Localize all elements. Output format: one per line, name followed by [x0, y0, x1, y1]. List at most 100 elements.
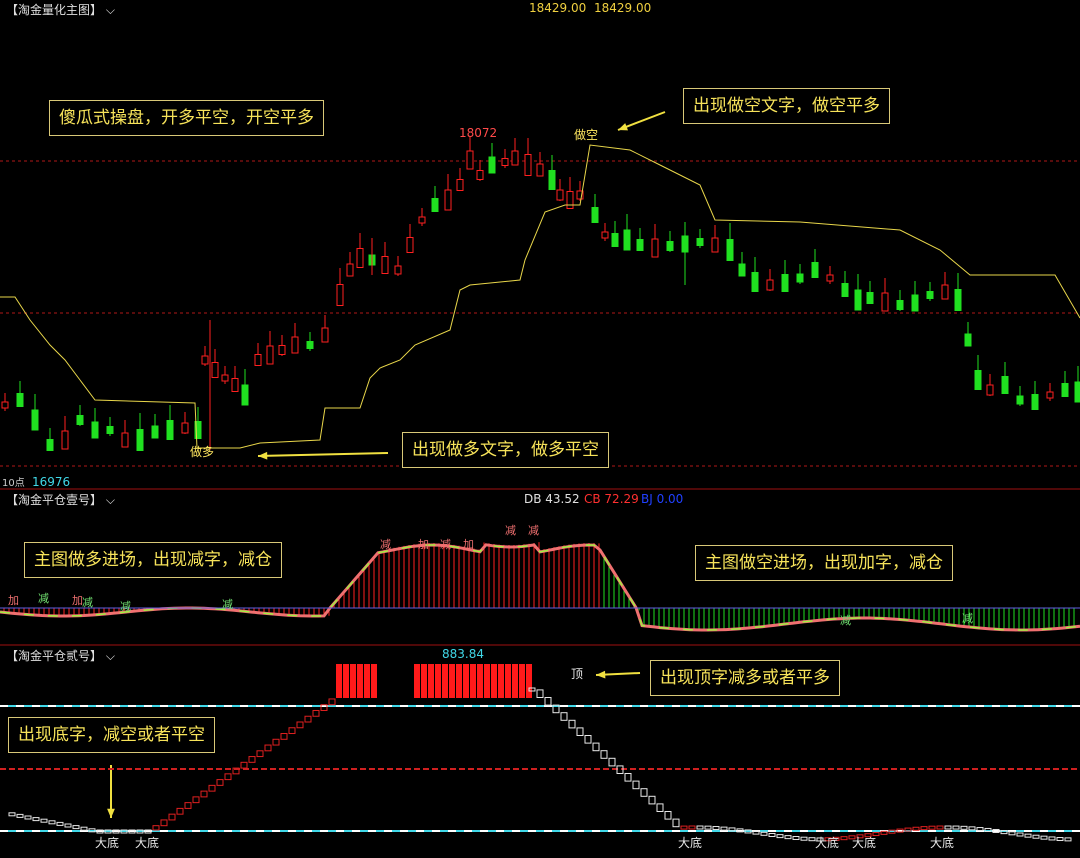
candle-body: [926, 291, 934, 299]
candle-body: [306, 341, 314, 349]
oscillator-step: [696, 825, 704, 830]
oscillator-step: [984, 827, 992, 832]
panel3-callout-right: 出现顶字减多或者平多: [650, 660, 840, 696]
bottom-mark: 大底: [678, 835, 702, 850]
top-block: [336, 664, 342, 698]
top-block: [470, 664, 476, 698]
candle-body: [811, 262, 819, 278]
top-block: [371, 664, 377, 698]
candle-body: [666, 241, 674, 251]
top-block: [505, 664, 511, 698]
panel2-title[interactable]: 【淘金平仓壹号】 ⌵: [6, 491, 115, 508]
candle-body: [31, 409, 39, 431]
oscillator-step: [776, 834, 784, 839]
candle-body: [76, 415, 84, 425]
oscillator-step: [568, 719, 576, 729]
candle-body: [623, 229, 631, 251]
candle-body: [1, 401, 9, 409]
oscillator-step: [712, 826, 720, 831]
candle-body: [16, 393, 24, 407]
header-value-2: 18429.00: [594, 1, 652, 15]
top-block: [343, 664, 349, 698]
top-block: [498, 664, 504, 698]
peak-value-label: 883.84: [442, 647, 484, 661]
oscillator-step: [592, 742, 600, 752]
oscillator-step: [1048, 836, 1056, 841]
oscillator-step: [624, 773, 632, 782]
oscillator-step: [920, 826, 928, 831]
oscillator-step: [216, 779, 224, 786]
candle-body: [548, 170, 556, 190]
candle-body: [394, 265, 402, 275]
candle-body: [221, 374, 229, 382]
candle-body: [566, 191, 574, 209]
oscillator-step: [960, 825, 968, 830]
candle-body: [181, 422, 189, 434]
candle-body: [1016, 395, 1024, 405]
arrow-head: [258, 451, 268, 460]
candle-body: [986, 384, 994, 396]
candle-body: [1046, 391, 1054, 399]
oscillator-step: [72, 825, 80, 830]
oscillator-step: [1016, 832, 1024, 837]
bottom-mark: 大底: [852, 835, 876, 850]
top-block: [364, 664, 370, 698]
candle-body: [964, 333, 972, 347]
top-block: [414, 664, 420, 698]
oscillator-step: [704, 825, 712, 830]
oscillator-step: [16, 813, 24, 818]
candle-body: [121, 432, 129, 448]
candle-body: [266, 345, 274, 365]
oscillator-step: [1032, 834, 1040, 839]
chevron-down-icon[interactable]: ⌵: [102, 649, 115, 663]
top-block: [421, 664, 427, 698]
oscillator-step: [576, 727, 584, 737]
candle-body: [881, 292, 889, 312]
oscillator-step: [24, 815, 32, 820]
candle-body: [321, 327, 329, 343]
candle-body: [466, 150, 474, 170]
candle-body: [278, 345, 286, 355]
oscillator-step: [1040, 835, 1048, 840]
candle-body: [651, 238, 659, 258]
top-block: [484, 664, 490, 698]
oscillator-step: [536, 689, 544, 699]
oscillator-step: [664, 811, 672, 820]
candle-body: [1061, 383, 1069, 397]
oscillator-step: [8, 812, 16, 817]
oscillator-step: [672, 818, 680, 828]
oscillator-step: [176, 807, 184, 815]
top-block: [526, 664, 532, 698]
candle-body: [941, 284, 949, 300]
reduce-mark: 减: [380, 538, 391, 551]
oscillator-step: [248, 756, 256, 763]
oscillator-step: [720, 826, 728, 831]
candle-body: [211, 362, 219, 378]
oscillator-step: [264, 744, 272, 752]
short-signal-label: 做空: [574, 128, 599, 142]
panel3-callout-left: 出现底字，减空或者平空: [8, 717, 215, 753]
reduce-mark: 减: [440, 538, 451, 551]
oscillator-step: [296, 721, 304, 729]
panel2-callout-right: 主图做空进场，出现加字，减仓: [695, 545, 953, 581]
panel3-title[interactable]: 【淘金平仓贰号】 ⌵: [6, 647, 115, 664]
candle-body: [291, 336, 299, 354]
chevron-down-icon[interactable]: ⌵: [102, 493, 115, 507]
oscillator-step: [944, 825, 952, 830]
high-price-label: 18072: [459, 126, 498, 140]
candle-body: [954, 289, 962, 311]
candle-body: [866, 292, 874, 304]
reduce-mark: 减: [505, 524, 516, 537]
candle-body: [511, 150, 519, 166]
oscillator-step: [680, 825, 688, 830]
main-panel-title[interactable]: 【淘金量化主图】 ⌵: [6, 1, 115, 18]
reduce-mark: 减: [962, 612, 973, 625]
candle-body: [254, 354, 262, 366]
chevron-down-icon[interactable]: ⌵: [102, 3, 115, 17]
oscillator-step: [544, 697, 552, 706]
oscillator-step: [648, 795, 656, 805]
candle-body: [841, 283, 849, 297]
top-block: [449, 664, 455, 698]
top-block: [519, 664, 525, 698]
callout-top-right: 出现做空文字，做空平多: [683, 88, 890, 124]
